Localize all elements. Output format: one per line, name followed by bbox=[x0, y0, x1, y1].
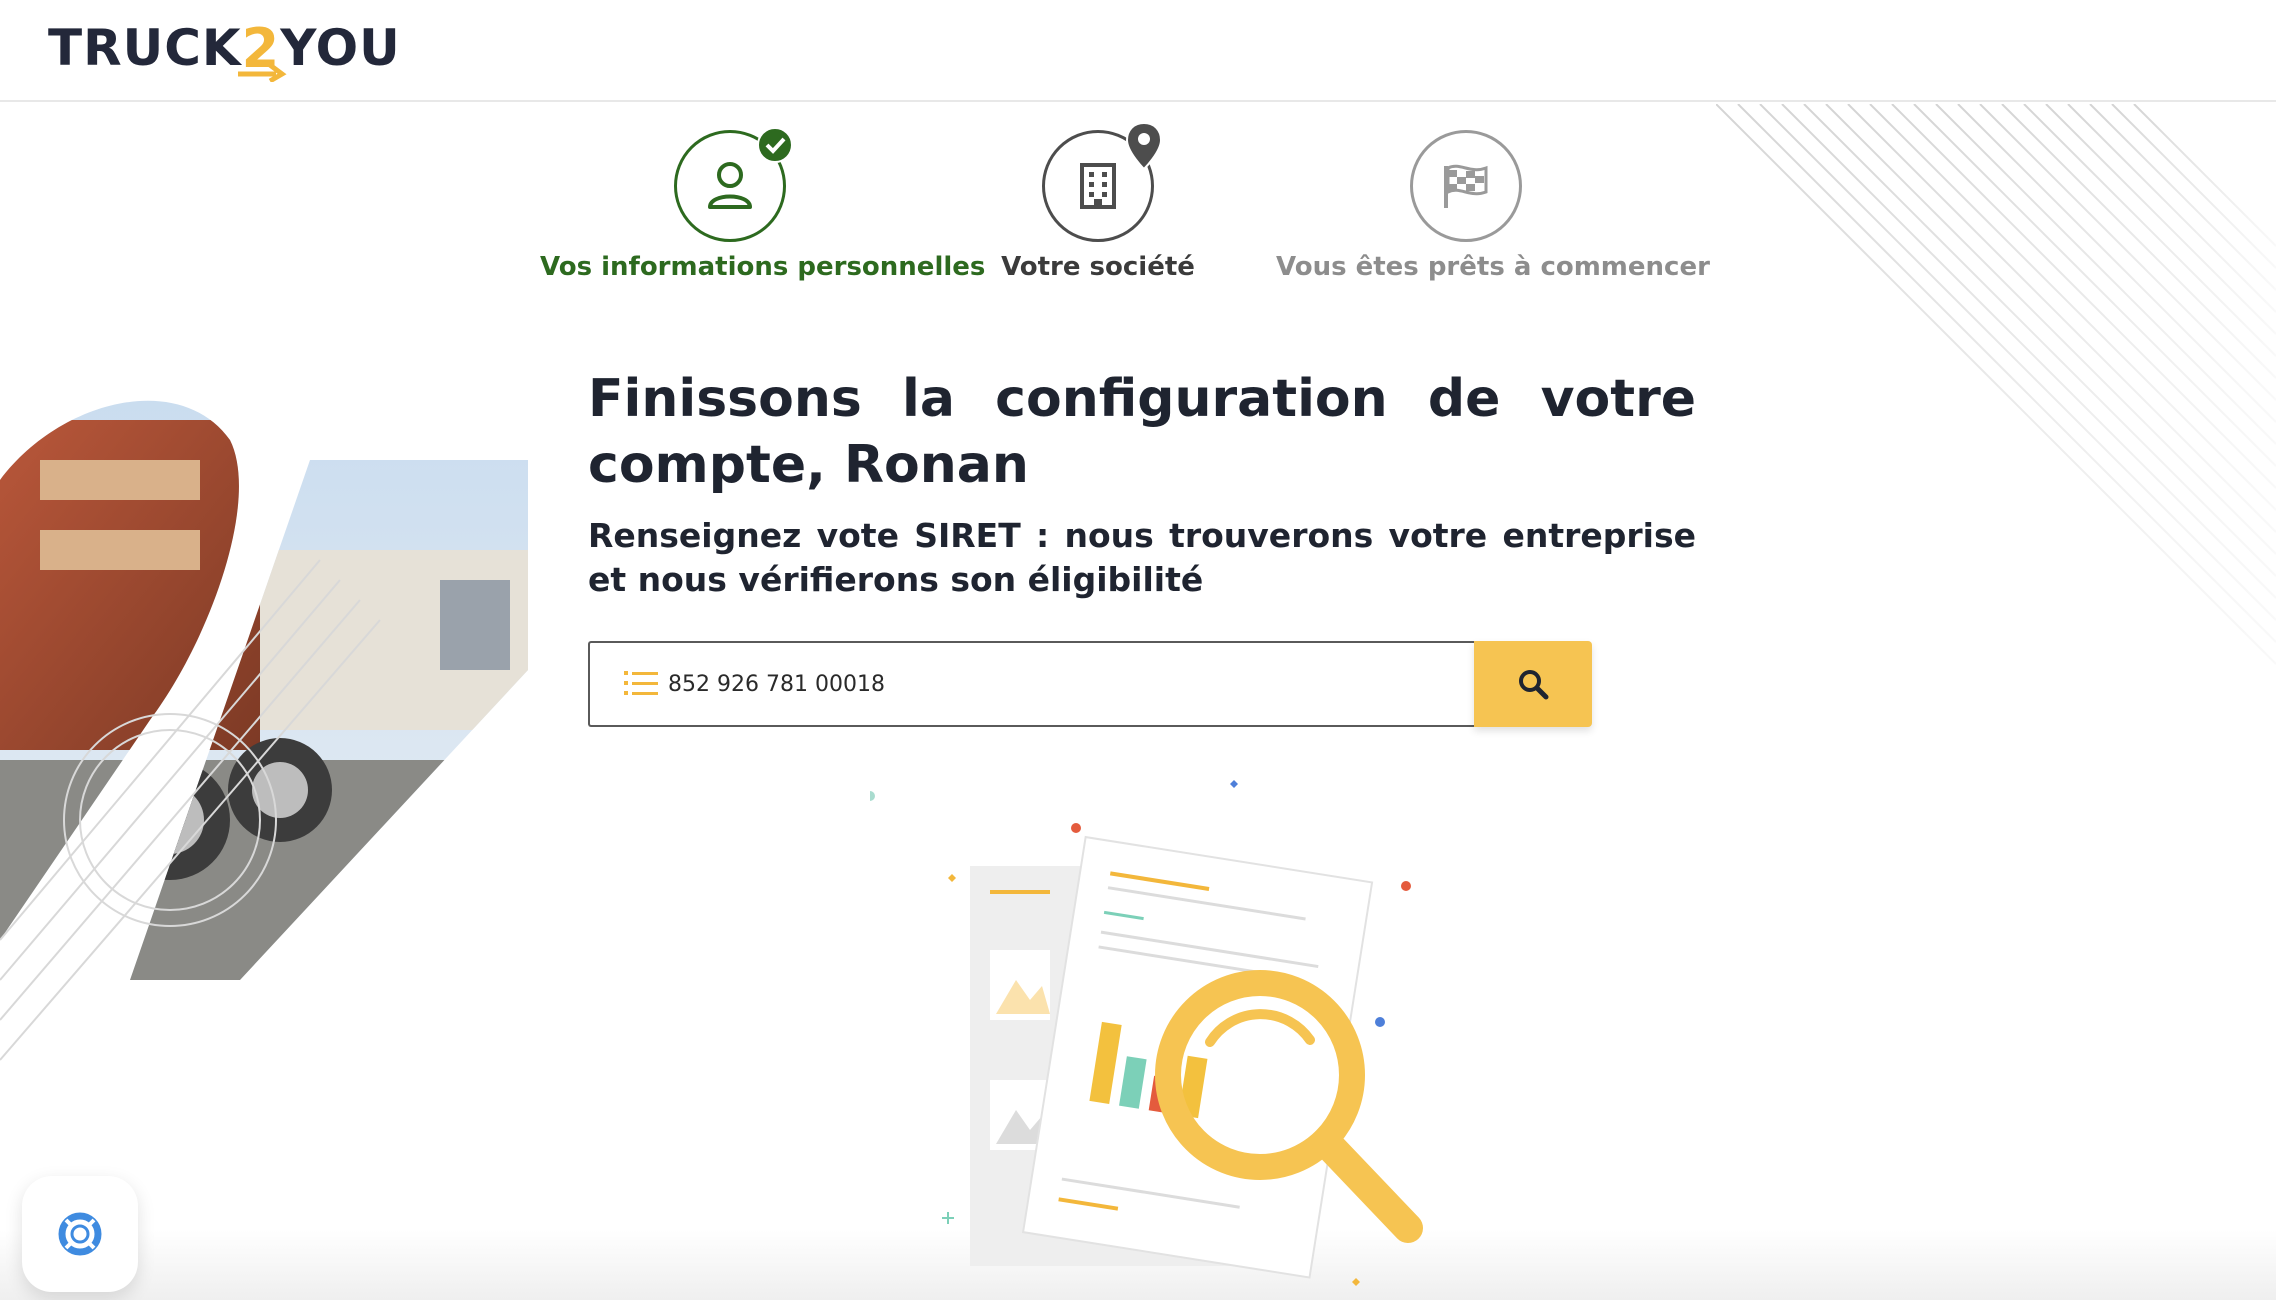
logo-arrow-icon bbox=[237, 62, 287, 82]
search-icon bbox=[1519, 670, 1549, 700]
step-circle bbox=[1410, 130, 1522, 242]
diagonal-lines-decoration bbox=[1716, 104, 2276, 665]
location-pin-icon bbox=[1125, 121, 1163, 171]
check-icon bbox=[757, 127, 793, 163]
logo-text-number: 2 bbox=[237, 17, 287, 82]
step-label: Vos informations personnelles bbox=[540, 252, 986, 282]
logo-text-you: YOU bbox=[280, 19, 401, 77]
numbered-list-icon bbox=[624, 669, 658, 699]
truck2you-logo[interactable]: TRUCK 2 YOU bbox=[48, 17, 518, 82]
help-button[interactable] bbox=[22, 1176, 138, 1292]
user-icon bbox=[708, 162, 752, 209]
truck-photo-decoration bbox=[0, 400, 528, 1061]
logo-text-truck: TRUCK bbox=[48, 19, 242, 77]
step-company[interactable]: Votre société bbox=[908, 121, 1288, 282]
step-label: Votre société bbox=[1001, 252, 1195, 282]
siret-field-container[interactable] bbox=[588, 641, 1474, 727]
checkered-flag-icon bbox=[1444, 164, 1488, 208]
page-subtitle: Renseignez vote SIRET : nous trouverons … bbox=[588, 516, 1696, 599]
siret-search bbox=[588, 641, 1592, 727]
search-button[interactable] bbox=[1474, 641, 1592, 727]
lifebuoy-icon bbox=[58, 1212, 102, 1256]
document-search-illustration bbox=[870, 780, 1423, 1286]
header: TRUCK 2 YOU bbox=[0, 0, 2276, 102]
step-circle bbox=[674, 127, 793, 242]
step-ready[interactable]: Vous êtes prêts à commencer bbox=[1276, 130, 1710, 282]
step-circle bbox=[1042, 121, 1163, 242]
building-icon bbox=[1080, 163, 1116, 209]
main-content: Finissons la configuration de votre comp… bbox=[588, 366, 1696, 602]
onboarding-stepper: Vos informations personnelles Votre soci… bbox=[540, 121, 1720, 290]
page-title: Finissons la configuration de votre comp… bbox=[588, 369, 1696, 495]
step-label: Vous êtes prêts à commencer bbox=[1276, 252, 1710, 282]
siret-input[interactable] bbox=[668, 671, 1428, 697]
step-personal-info[interactable]: Vos informations personnelles bbox=[540, 127, 986, 282]
